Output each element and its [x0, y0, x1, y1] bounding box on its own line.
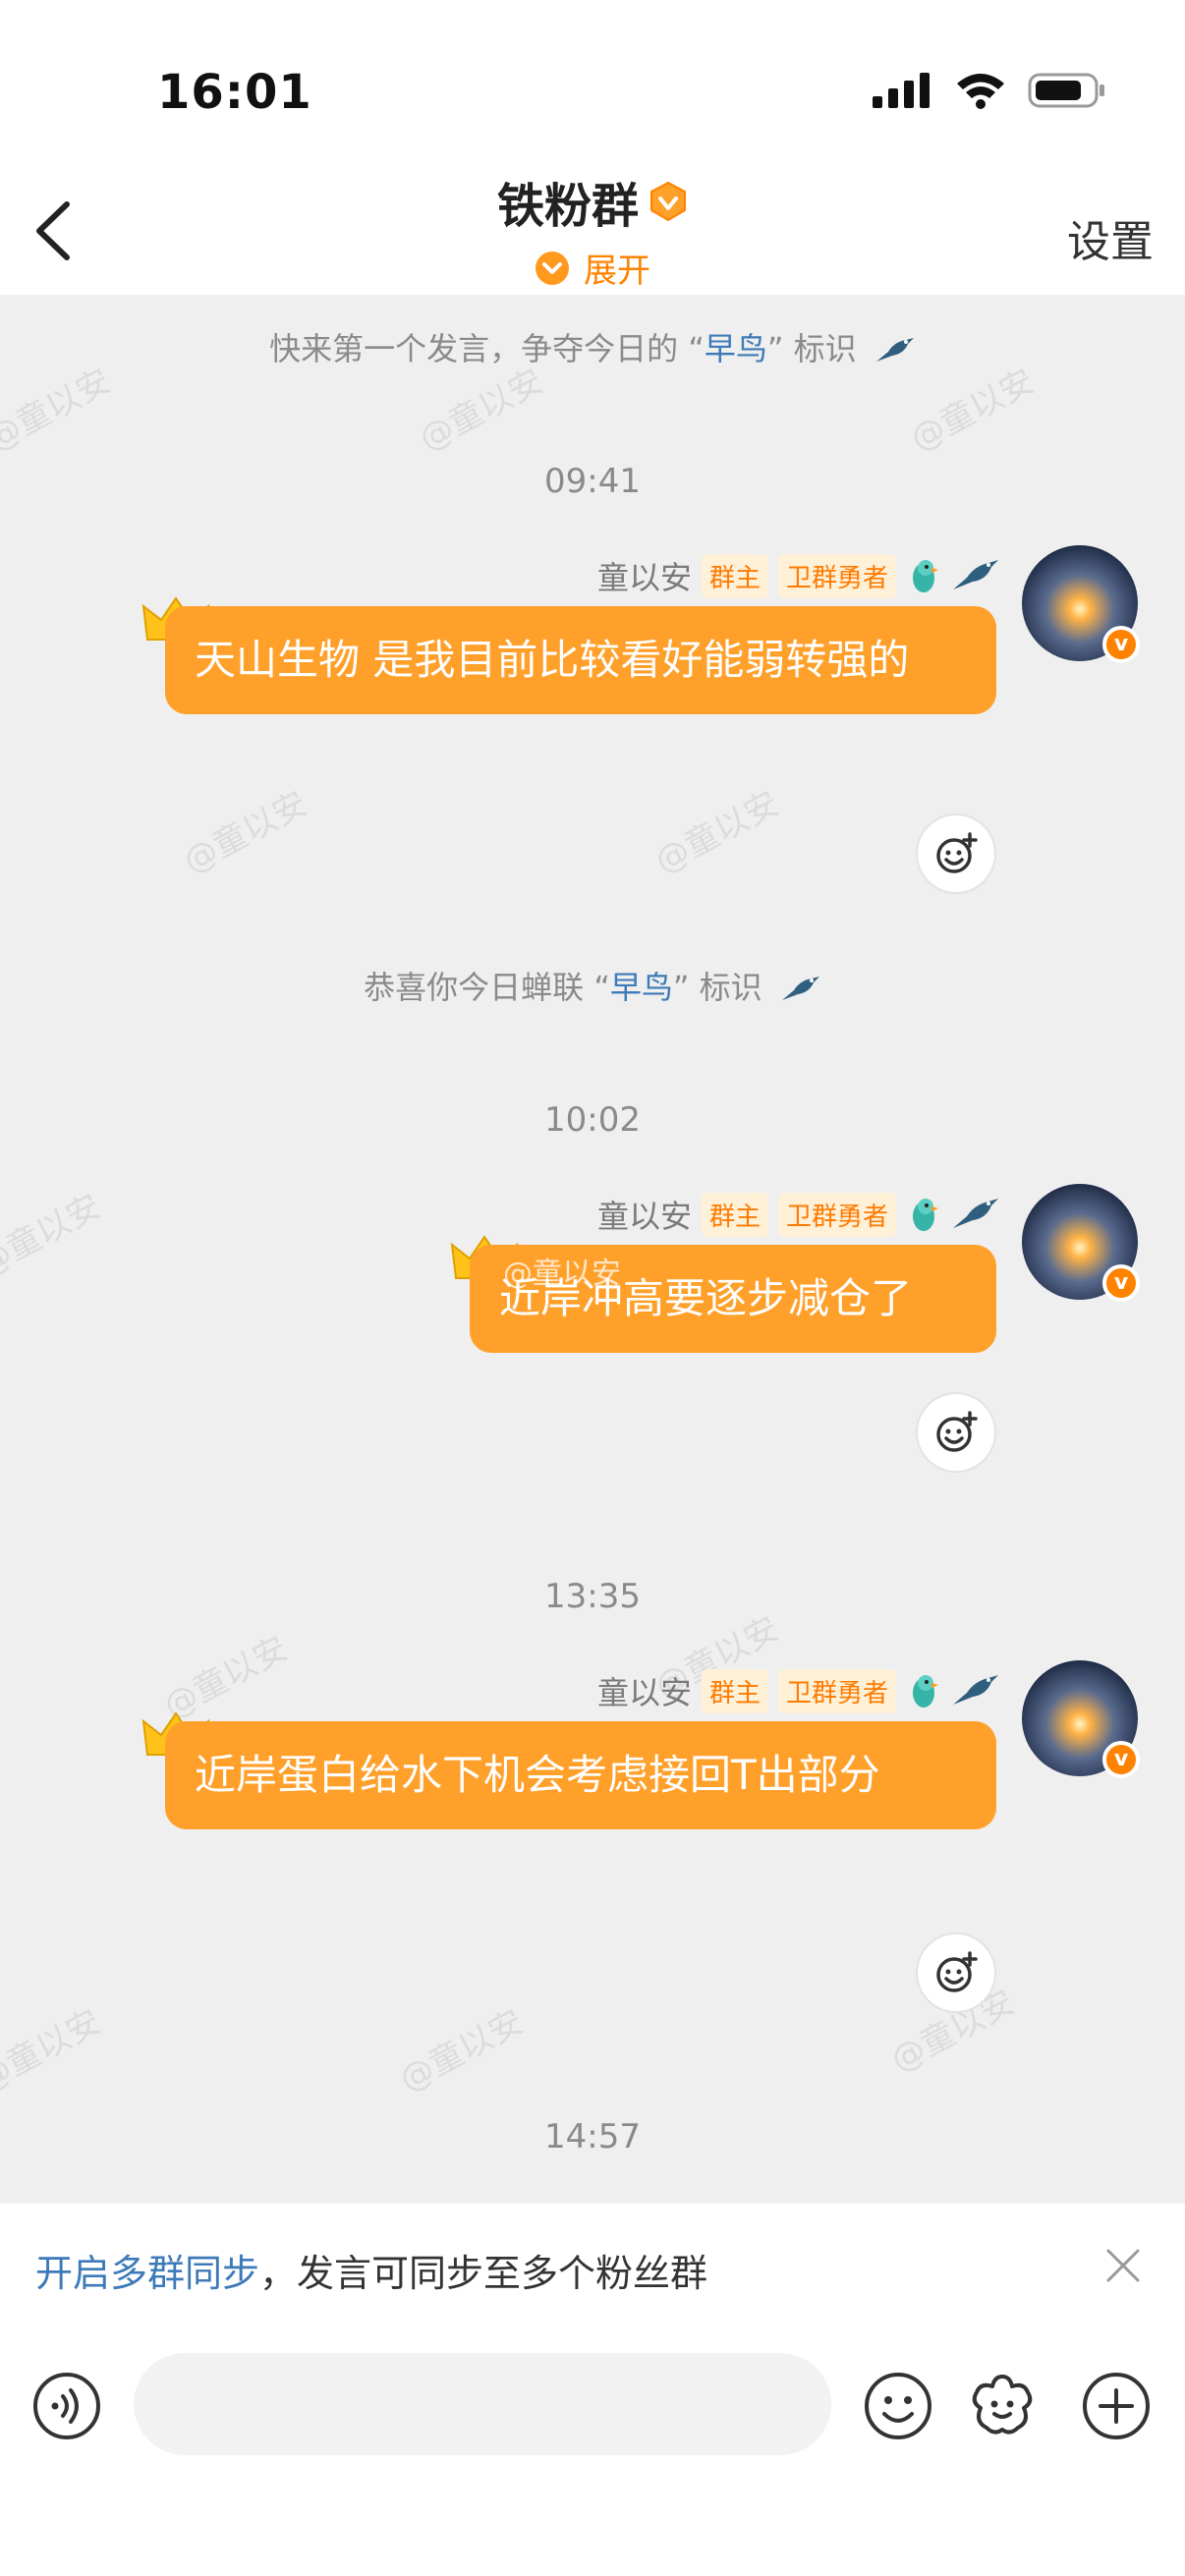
watermark: @童以安: [649, 784, 786, 882]
system-message: 快来第一个发言，争夺今日的 “早鸟” 标识: [0, 324, 1185, 369]
signal-icon: [873, 73, 930, 108]
verified-badge-icon: [650, 181, 686, 222]
smiley-plus-icon: [936, 1411, 978, 1452]
owner-badge: 群主: [701, 1192, 768, 1237]
timestamp: 13:35: [544, 1577, 641, 1616]
sync-notice-text: 开启多群同步，发言可同步至多个粉丝群: [35, 2243, 707, 2297]
title-area: 铁粉群 展开: [0, 167, 1185, 292]
timestamp: 10:02: [544, 1100, 641, 1140]
bird-icon: [953, 1675, 998, 1705]
avatar[interactable]: v: [1022, 1184, 1140, 1302]
watermark: @童以安: [0, 362, 118, 460]
status-icons: [873, 71, 1106, 110]
watermark: @童以安: [413, 362, 550, 460]
nav-bar: 铁粉群 展开 设置: [0, 157, 1185, 295]
watermark: @童以安: [904, 362, 1042, 460]
bird-icon: [953, 560, 998, 589]
emoji-icon[interactable]: [863, 2371, 933, 2441]
bird-icon: [875, 338, 914, 362]
parrot-icon: [913, 1675, 938, 1708]
early-bird-label: 早鸟: [704, 330, 767, 367]
verified-v-icon: v: [1102, 1741, 1140, 1778]
sync-notice-bar: 开启多群同步，发言可同步至多个粉丝群: [0, 2204, 1185, 2331]
add-reaction-button[interactable]: [916, 1932, 996, 2013]
chat-area[interactable]: @童以安 @童以安 @童以安 @童以安 @童以安 @童以安 @童以安 @童以安 …: [0, 295, 1185, 2204]
sticker-icon[interactable]: [967, 2371, 1038, 2441]
early-bird-label: 早鸟: [609, 969, 673, 1006]
voice-icon[interactable]: [31, 2371, 102, 2441]
sender-row: 童以安 群主 卫群勇者: [597, 1192, 1000, 1237]
sender-row: 童以安 群主 卫群勇者: [597, 553, 1000, 598]
wifi-icon: [957, 74, 1004, 109]
add-reaction-button[interactable]: [916, 1392, 996, 1473]
add-reaction-button[interactable]: [916, 813, 996, 894]
group-title[interactable]: 铁粉群: [497, 167, 688, 236]
verified-v-icon: v: [1102, 626, 1140, 663]
sender-name[interactable]: 童以安: [597, 1668, 692, 1713]
input-bar: [0, 2329, 1185, 2576]
sync-notice-description: ，发言可同步至多个粉丝群: [259, 2252, 708, 2295]
message-bubble[interactable]: 近岸蛋白给水下机会考虑接回T出部分: [165, 1721, 996, 1829]
role-badge: 卫群勇者: [777, 1192, 896, 1237]
chevron-down-circle-icon: [536, 251, 569, 285]
owner-badge: 群主: [701, 553, 768, 598]
watermark-overlay: @童以安: [503, 1257, 621, 1291]
role-badge: 卫群勇者: [777, 553, 896, 598]
system-message-text: 快来第一个发言，争夺今日的 “: [269, 330, 705, 367]
watermark: @童以安: [0, 1187, 108, 1285]
expand-button[interactable]: 展开: [535, 244, 650, 292]
watermark: @童以安: [393, 2002, 531, 2100]
owner-badge: 群主: [701, 1668, 768, 1713]
timestamp: 14:57: [544, 2117, 641, 2156]
sender-name[interactable]: 童以安: [597, 1192, 692, 1237]
parrot-icon: [913, 1199, 938, 1231]
sender-row: 童以安 群主 卫群勇者: [597, 1668, 1000, 1713]
enable-sync-link[interactable]: 开启多群同步: [35, 2252, 259, 2295]
avatar[interactable]: v: [1022, 545, 1140, 663]
message-bubble[interactable]: 天山生物 是我目前比较看好能弱转强的: [165, 606, 996, 714]
settings-button[interactable]: 设置: [1067, 206, 1154, 269]
watermark: @童以安: [0, 2002, 108, 2100]
timestamp: 09:41: [544, 462, 641, 501]
system-message: 恭喜你今日蝉联 “早鸟” 标识: [0, 963, 1185, 1008]
message-input[interactable]: [134, 2353, 831, 2455]
status-time: 16:01: [157, 65, 312, 120]
expand-label: 展开: [584, 252, 650, 291]
verified-v-icon: v: [1102, 1264, 1140, 1302]
group-title-text: 铁粉群: [496, 179, 639, 234]
bird-icon: [953, 1199, 998, 1228]
smiley-plus-icon: [936, 832, 978, 873]
role-badge: 卫群勇者: [777, 1668, 896, 1713]
system-message-text: 恭喜你今日蝉联 “: [364, 969, 610, 1006]
sender-name[interactable]: 童以安: [597, 553, 692, 598]
smiley-plus-icon: [936, 1951, 978, 1992]
watermark: @童以安: [177, 784, 314, 882]
status-bar: 16:01: [0, 0, 1185, 157]
battery-icon: [1028, 73, 1104, 108]
avatar[interactable]: v: [1022, 1660, 1140, 1778]
plus-icon[interactable]: [1081, 2371, 1152, 2441]
system-message-text: ” 标识: [672, 969, 762, 1006]
bird-icon: [781, 977, 819, 1000]
system-message-text: ” 标识: [766, 330, 857, 367]
parrot-icon: [913, 560, 938, 592]
close-icon[interactable]: [1100, 2243, 1146, 2288]
